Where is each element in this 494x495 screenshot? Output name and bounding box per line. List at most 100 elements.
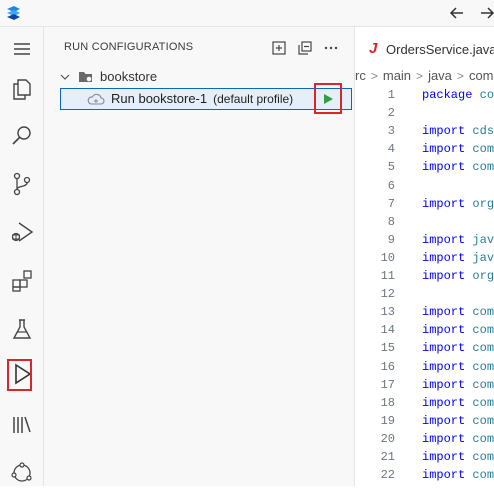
files-icon xyxy=(12,79,31,100)
keyword: import xyxy=(422,468,466,483)
code-line[interactable]: 14 import com xyxy=(355,323,494,341)
app-logo-icon xyxy=(7,6,20,20)
chevron-right-icon: > xyxy=(370,69,378,83)
menu-button[interactable] xyxy=(0,27,43,71)
library-button[interactable] xyxy=(0,403,43,447)
identifier: com xyxy=(472,468,494,483)
identifier: com xyxy=(472,160,494,175)
panel-title: RUN CONFIGURATIONS xyxy=(64,41,194,53)
more-actions-button[interactable] xyxy=(322,39,340,57)
code-line[interactable]: 13 import com xyxy=(355,305,494,323)
code-line[interactable]: 16 import com xyxy=(355,360,494,378)
folder-icon xyxy=(79,72,92,82)
breadcrumb-item[interactable]: main xyxy=(383,68,411,83)
configuration-profile: (default profile) xyxy=(213,92,294,106)
line-number: 2 xyxy=(387,106,395,121)
code-text: import jav xyxy=(422,233,494,247)
code-line[interactable]: 9 import jav xyxy=(355,233,494,251)
identifier: com xyxy=(472,359,494,374)
code-text: import com xyxy=(422,323,494,337)
extensions-icon xyxy=(11,270,32,292)
identifier: jav xyxy=(472,232,494,247)
line-number: 20 xyxy=(380,431,395,446)
run-debug-icon xyxy=(11,222,33,242)
code-line[interactable]: 6 xyxy=(355,179,494,197)
code-line[interactable]: 11 import org xyxy=(355,269,494,287)
keyword: import xyxy=(422,431,466,446)
source-control-button[interactable] xyxy=(0,162,43,206)
breadcrumb-item[interactable]: com xyxy=(469,68,494,83)
ellipsis-icon xyxy=(324,46,338,50)
line-number: 12 xyxy=(380,287,395,302)
keyword: import xyxy=(422,450,466,464)
code-line[interactable]: 17 import com xyxy=(355,378,494,396)
code-line[interactable]: 7 import org xyxy=(355,197,494,215)
identifier: cds xyxy=(472,124,494,139)
run-debug-button[interactable] xyxy=(0,210,43,254)
connections-button[interactable] xyxy=(0,451,43,495)
cloud-icon xyxy=(87,93,105,105)
explorer-button[interactable] xyxy=(0,67,43,111)
code-line[interactable]: 3 import cds xyxy=(355,124,494,142)
line-number: 14 xyxy=(380,323,395,338)
chevron-right-icon: > xyxy=(456,69,464,83)
collapse-all-button[interactable] xyxy=(296,39,314,57)
keyword: import xyxy=(422,413,466,428)
code-line[interactable]: 12 xyxy=(355,287,494,305)
keyword: import xyxy=(422,196,466,211)
code-line[interactable]: 19 import com xyxy=(355,414,494,432)
configuration-name: Run bookstore-1 xyxy=(111,91,208,106)
java-file-icon: J xyxy=(369,40,378,57)
library-icon xyxy=(12,416,31,433)
code-line[interactable]: 8 xyxy=(355,215,494,233)
testing-button[interactable] xyxy=(0,307,43,351)
editor-area: J OrdersService.java rc > main > java > com 1 p… xyxy=(355,27,494,486)
keyword: import xyxy=(422,124,466,139)
identifier: com xyxy=(472,413,494,428)
code-line[interactable]: 2 xyxy=(355,106,494,124)
play-icon xyxy=(324,93,333,104)
identifier: com xyxy=(472,431,494,446)
run-configuration-play-button[interactable] xyxy=(314,83,342,114)
code-text: import org xyxy=(422,197,494,211)
keyword: import xyxy=(422,323,466,338)
chevron-down-icon xyxy=(60,74,70,80)
tab-orders-service[interactable]: J OrdersService.java xyxy=(355,35,494,63)
code-line[interactable]: 21 import com xyxy=(355,450,494,468)
add-configuration-button[interactable] xyxy=(270,39,288,57)
code-line[interactable]: 5 import com xyxy=(355,160,494,178)
code-line[interactable]: 18 import com xyxy=(355,396,494,414)
line-number: 21 xyxy=(380,450,395,464)
line-number: 8 xyxy=(387,214,395,229)
line-number: 22 xyxy=(380,468,395,483)
code-line[interactable]: 1 package co xyxy=(355,88,494,106)
code-line[interactable]: 4 import com xyxy=(355,142,494,160)
code-text: import com xyxy=(422,142,494,156)
identifier: com xyxy=(472,341,494,356)
source-control-icon xyxy=(13,172,30,196)
code-text: import com xyxy=(422,160,494,174)
code-line[interactable]: 22 import com xyxy=(355,468,494,486)
search-icon xyxy=(11,126,31,145)
run-configuration-item[interactable]: Run bookstore-1 (default profile) xyxy=(60,88,352,110)
back-arrow-icon[interactable] xyxy=(448,4,466,22)
keyword: import xyxy=(422,250,466,265)
forward-arrow-icon[interactable] xyxy=(478,4,494,22)
keyword: import xyxy=(422,305,466,320)
code-text: import com xyxy=(422,468,494,482)
line-number: 11 xyxy=(380,269,395,283)
line-number: 3 xyxy=(387,124,395,139)
breadcrumb-item[interactable]: java xyxy=(428,68,452,83)
breadcrumb-item[interactable]: rc xyxy=(355,68,366,83)
code-line[interactable]: 15 import com xyxy=(355,341,494,359)
code-text: import com xyxy=(422,414,494,428)
code-line[interactable]: 20 import com xyxy=(355,432,494,450)
line-number: 1 xyxy=(387,88,395,102)
bookstore-group[interactable]: bookstore xyxy=(44,66,354,88)
identifier: com xyxy=(472,323,494,338)
extensions-button[interactable] xyxy=(0,259,43,303)
search-button[interactable] xyxy=(0,113,43,157)
identifier: com xyxy=(472,377,494,392)
title-bar xyxy=(0,0,494,27)
code-line[interactable]: 10 import jav xyxy=(355,251,494,269)
